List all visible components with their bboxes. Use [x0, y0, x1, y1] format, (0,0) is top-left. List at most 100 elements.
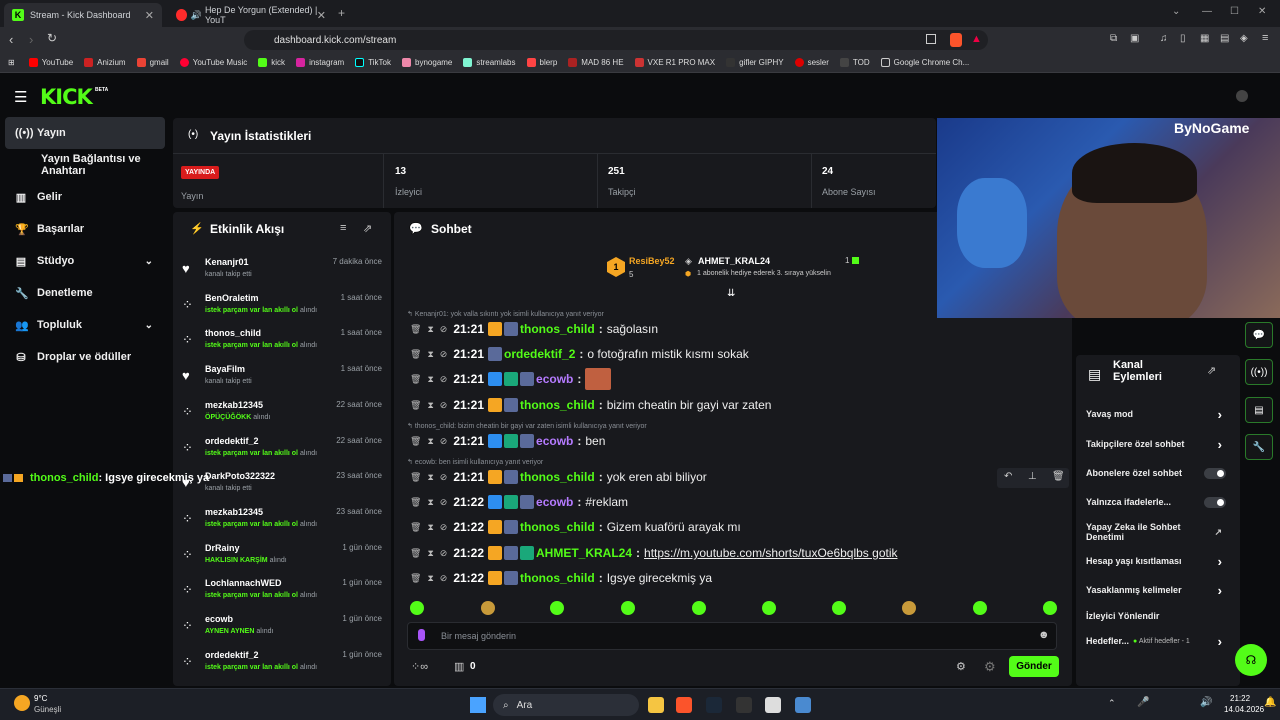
message-username[interactable]: ecowb [536, 495, 573, 509]
tray-arrow-icon[interactable]: ⌃ [1108, 698, 1116, 709]
channel-action-3[interactable]: Yalnızca ifadelerle... [1086, 490, 1226, 514]
pin-icon[interactable]: ⊥ [1028, 471, 1037, 482]
message-username[interactable]: ecowb [536, 434, 573, 448]
weather-icon[interactable] [14, 695, 30, 711]
chat-message[interactable]: 🗑 ⧗ ⊘ 21:21 thonos_child: yok eren abi biliyo… [410, 466, 1060, 488]
bookmark-instagram[interactable]: instagram [296, 58, 344, 67]
trash-icon[interactable]: 🗑 [410, 472, 421, 483]
tab-youtube[interactable]: 🔊 Hep De Yorgun (Extended) | YouT ✕ [168, 3, 334, 27]
emote-button[interactable] [410, 601, 424, 615]
new-tab-button[interactable]: + [338, 6, 345, 20]
timeout-icon[interactable]: ⧗ [427, 472, 433, 483]
rail-mod-button[interactable]: 🔧 [1245, 434, 1273, 460]
message-username[interactable]: thonos_child [520, 322, 595, 336]
maximize-button[interactable]: ☐ [1230, 6, 1239, 17]
timeout-icon[interactable]: ⧗ [427, 573, 433, 584]
timeout-icon[interactable]: ⧗ [427, 497, 433, 508]
sidebar-item-topluluk[interactable]: 👥 Topluluk ⌄ [5, 309, 165, 341]
leader-user-1[interactable]: ResiBey52 [629, 256, 675, 266]
windows-start-icon[interactable] [470, 697, 486, 713]
obs-icon[interactable] [795, 697, 811, 713]
ban-icon[interactable]: ⊘ [440, 374, 448, 385]
vpn-icon[interactable]: ◈ [1240, 33, 1248, 44]
tab-kick-dashboard[interactable]: K Stream - Kick Dashboard ✕ [4, 3, 162, 27]
chat-message[interactable]: 🗑 ⧗ ⊘ 21:21 ecowb: [410, 368, 1060, 390]
timeout-icon[interactable]: ⧗ [427, 374, 433, 385]
bookmark-tiktok[interactable]: TikTok [355, 58, 391, 67]
timeout-icon[interactable]: ⧗ [427, 522, 433, 533]
reply-reference[interactable]: ↰ Kenanjr01: yok valla sıkıntı yok isiml… [407, 310, 604, 318]
bookmark-folder-chrome[interactable]: Google Chrome Ch... [880, 58, 969, 67]
channel-action-2[interactable]: Abonelere özel sohbet [1086, 461, 1226, 485]
channel-action-4[interactable]: Yapay Zeka ile Sohbet Denetimi ↗ [1086, 520, 1226, 544]
activity-item[interactable]: ⁘ mezkab12345 23 saat önce istek parçam … [182, 507, 382, 543]
ban-icon[interactable]: ⊘ [440, 349, 448, 360]
store-icon[interactable]: ▥ [454, 660, 464, 673]
chat-message[interactable]: 🗑 ⧗ ⊘ 21:21 thonos_child: sağolasın [410, 318, 1060, 340]
bookmark-tod[interactable]: TOD [839, 58, 870, 67]
sidebar-item-denetleme[interactable]: 🔧 Denetleme [5, 277, 165, 309]
sidebar-item-yayin[interactable]: ((•)) Yayın [5, 117, 165, 149]
toggle-switch[interactable] [1204, 467, 1226, 479]
trash-icon[interactable]: 🗑 [410, 497, 421, 508]
reply-reference[interactable]: ↰ ecowb: ben isimli kullanıcıya yanıt ve… [407, 458, 543, 466]
channel-action-7[interactable]: İzleyici Yönlendir [1086, 604, 1226, 628]
timeout-icon[interactable]: ⧗ [427, 324, 433, 335]
toggle-switch[interactable] [1204, 496, 1226, 508]
rail-chat-button[interactable]: 💬 [1245, 322, 1273, 348]
activity-item[interactable]: ⁘ LochlannachWED 1 gün önce istek parçam… [182, 578, 382, 614]
sidebar-item-stream-key[interactable]: Yayın Bağlantısı ve Anahtarı [5, 149, 165, 181]
activity-item[interactable]: ⁘ BenOraletim 1 saat önce istek parçam v… [182, 293, 382, 329]
brave-rewards-icon[interactable]: ▲ [971, 33, 982, 45]
address-bar[interactable]: dashboard.kick.com/stream [244, 30, 988, 50]
timeout-icon[interactable]: ⧗ [427, 400, 433, 411]
activity-item[interactable]: ⁘ thonos_child 1 saat önce istek parçam … [182, 328, 382, 364]
steam-icon[interactable] [706, 697, 722, 713]
screenshot-icon[interactable]: ▣ [1130, 33, 1139, 44]
ban-icon[interactable]: ⊘ [440, 497, 448, 508]
chat-message[interactable]: 🗑 ⧗ ⊘ 21:22 AHMET_KRAL24: https://m.youtube.c… [410, 542, 1060, 564]
emote-button[interactable] [481, 601, 495, 615]
apps-grid-icon[interactable]: ⊞ [8, 58, 15, 67]
bookmark-youtube-music[interactable]: YouTube Music [179, 58, 247, 67]
chat-message[interactable]: 🗑 ⧗ ⊘ 21:21 thonos_child: bizim cheatin bir g… [410, 394, 1060, 416]
menu-icon[interactable]: ≡ [1262, 32, 1268, 44]
activity-item[interactable]: ♥ BayaFilm 1 saat önce kanalı takip etti [182, 364, 382, 400]
message-username[interactable]: thonos_child [520, 520, 595, 534]
leader-user-2[interactable]: AHMET_KRAL24 [698, 256, 770, 266]
channel-action-6[interactable]: Yasaklanmış kelimeler › [1086, 578, 1226, 602]
emote-button[interactable] [832, 601, 846, 615]
delete-icon[interactable]: 🗑 [1052, 471, 1065, 482]
ban-icon[interactable]: ⊘ [440, 548, 448, 559]
bookmark-youtube[interactable]: YouTube [28, 58, 73, 67]
close-tab-icon[interactable]: ✕ [317, 9, 326, 22]
mod-tools-icon[interactable]: ⚙ [984, 659, 996, 675]
emote-button[interactable] [621, 601, 635, 615]
bookmark-vxe[interactable]: VXE R1 PRO MAX [634, 58, 715, 67]
trash-icon[interactable]: 🗑 [410, 548, 421, 559]
settings-gear-icon[interactable]: ⚙ [956, 660, 966, 673]
trash-icon[interactable]: 🗑 [410, 522, 421, 533]
activity-item[interactable]: ⁘ ecowb 1 gün önce AYNEN AYNEN alındı [182, 614, 382, 650]
sidebar-icon[interactable]: ▯ [1180, 33, 1186, 44]
channel-action-8[interactable]: Hedefler... ● Aktif hedefler - 1 › [1086, 629, 1226, 653]
timeout-icon[interactable]: ⧗ [427, 436, 433, 447]
bookmark-giphy[interactable]: gifler GIPHY [726, 58, 784, 67]
tab-search-icon[interactable]: ⌄ [1172, 6, 1180, 17]
reload-icon[interactable]: ↻ [47, 31, 57, 45]
channel-action-1[interactable]: Takipçilere özel sohbet › [1086, 432, 1226, 456]
user-avatar[interactable] [1236, 90, 1248, 102]
ban-icon[interactable]: ⊘ [440, 472, 448, 483]
bookmark-mad86[interactable]: MAD 86 HE [568, 58, 624, 67]
popout-icon[interactable]: ⇗ [1207, 364, 1216, 377]
minimize-button[interactable]: — [1202, 6, 1212, 17]
emote-button[interactable] [902, 601, 916, 615]
share-icon[interactable] [926, 34, 936, 44]
chat-settings-people-icon[interactable]: ⁘∞ [411, 660, 428, 673]
activity-item[interactable]: ⁘ DrRainy 1 gün önce HAKLISIN KARŞİM alı… [182, 543, 382, 579]
back-icon[interactable]: ‹ [9, 32, 13, 47]
chat-message[interactable]: 🗑 ⧗ ⊘ 21:22 thonos_child: Igsye girecekmiş ya [410, 567, 1060, 589]
brave-icon[interactable] [676, 697, 692, 713]
activity-item[interactable]: ⁘ ordedektif_2 22 saat önce istek parçam… [182, 436, 382, 472]
emote-button[interactable] [692, 601, 706, 615]
